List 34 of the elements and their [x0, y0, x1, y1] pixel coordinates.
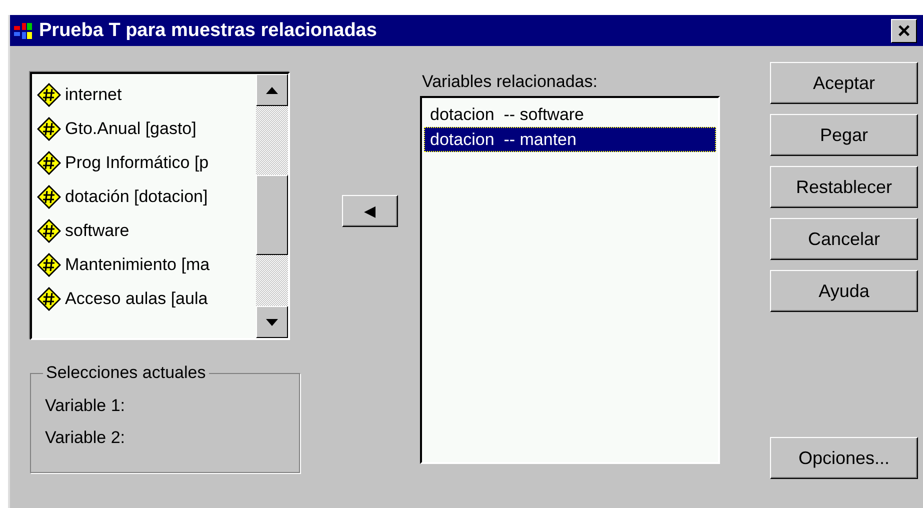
selection-label: Variable 1: — [45, 396, 126, 415]
move-button[interactable]: ◀ — [342, 195, 398, 227]
selection-label: Variable 2: — [45, 428, 126, 447]
dialog-button[interactable]: Ayuda — [770, 270, 918, 312]
dialog-button[interactable]: Aceptar — [770, 62, 918, 104]
variable-item[interactable]: internet — [65, 85, 122, 105]
app-icon — [14, 22, 34, 40]
numeric-variable-icon — [37, 185, 61, 209]
variable-item[interactable]: dotación [dotacion] — [65, 187, 208, 207]
close-button[interactable]: × — [891, 18, 917, 42]
numeric-variable-icon — [37, 117, 61, 141]
dialog-button[interactable]: Cancelar — [770, 218, 918, 260]
scrollbar-thumb[interactable] — [256, 175, 288, 255]
variable-item[interactable]: Gto.Anual [gasto] — [65, 119, 196, 139]
list-label: Variables relacionadas: — [421, 72, 598, 93]
scroll-down-button[interactable] — [256, 306, 288, 338]
pair-item[interactable]: dotacion -- software — [424, 102, 716, 127]
numeric-variable-icon — [37, 151, 61, 175]
dialog-button[interactable]: Restablecer — [770, 166, 918, 208]
numeric-variable-icon — [37, 219, 61, 243]
options-button[interactable]: Opciones... — [770, 437, 918, 479]
pair-item[interactable]: dotacion -- manten — [424, 127, 716, 152]
variable-item[interactable]: Acceso aulas [aula — [65, 289, 208, 309]
variable-item[interactable]: Prog Informático [p — [65, 153, 209, 173]
up-arrow-icon — [266, 86, 278, 94]
numeric-variable-icon — [37, 83, 61, 107]
numeric-variable-icon — [37, 253, 61, 277]
scroll-up-button[interactable] — [256, 74, 288, 106]
window-title: Prueba T para muestras relacionadas — [39, 20, 378, 42]
dialog-button[interactable]: Pegar — [770, 114, 918, 156]
variable-item[interactable]: Mantenimiento [ma — [65, 255, 210, 275]
variable-item[interactable]: software — [65, 221, 130, 241]
down-arrow-icon — [266, 318, 278, 326]
numeric-variable-icon — [37, 287, 61, 311]
